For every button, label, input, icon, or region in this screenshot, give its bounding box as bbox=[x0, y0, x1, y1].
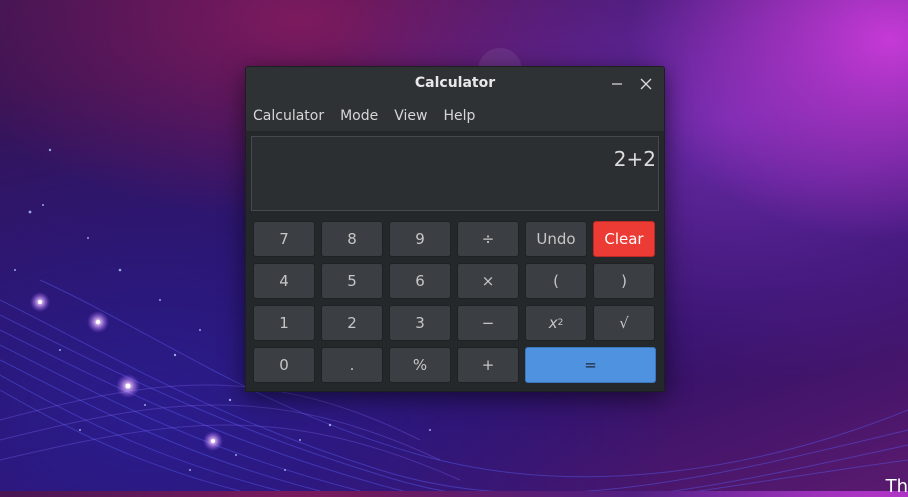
key-add[interactable]: + bbox=[457, 347, 519, 383]
key-sqrt[interactable]: √ bbox=[593, 305, 655, 341]
equals-button[interactable]: = bbox=[525, 347, 656, 383]
key-square[interactable]: x2 bbox=[525, 305, 587, 341]
close-button[interactable] bbox=[637, 75, 655, 93]
key-percent[interactable]: % bbox=[389, 347, 451, 383]
menu-bar: Calculator Mode View Help bbox=[246, 101, 664, 131]
display-area: 2+2 bbox=[246, 131, 664, 220]
key-open-paren[interactable]: ( bbox=[525, 263, 587, 299]
key-multiply[interactable]: × bbox=[457, 263, 519, 299]
minimize-button[interactable] bbox=[608, 75, 626, 93]
key-subtract[interactable]: − bbox=[457, 305, 519, 341]
key-divide[interactable]: ÷ bbox=[457, 221, 519, 257]
key-8[interactable]: 8 bbox=[321, 221, 383, 257]
key-3[interactable]: 3 bbox=[389, 305, 451, 341]
key-6[interactable]: 6 bbox=[389, 263, 451, 299]
menu-calculator[interactable]: Calculator bbox=[252, 108, 332, 124]
key-0[interactable]: 0 bbox=[253, 347, 315, 383]
key-decimal[interactable]: . bbox=[321, 347, 383, 383]
key-close-paren[interactable]: ) bbox=[593, 263, 655, 299]
minimize-icon bbox=[612, 83, 622, 85]
clear-button[interactable]: Clear bbox=[593, 221, 655, 257]
key-2[interactable]: 2 bbox=[321, 305, 383, 341]
key-7[interactable]: 7 bbox=[253, 221, 315, 257]
expression-text: 2+2 bbox=[613, 147, 656, 171]
menu-view[interactable]: View bbox=[393, 108, 435, 124]
desktop-corner-text: Th bbox=[885, 476, 908, 497]
key-1[interactable]: 1 bbox=[253, 305, 315, 341]
window-title: Calculator bbox=[414, 75, 496, 91]
key-9[interactable]: 9 bbox=[389, 221, 451, 257]
keypad: 7 8 9 ÷ Undo Clear 4 5 6 × ( ) 1 2 3 − x… bbox=[246, 220, 664, 391]
key-square-base: x bbox=[548, 314, 558, 332]
title-bar[interactable]: Calculator bbox=[246, 67, 664, 101]
calculator-window: Calculator Calculator Mode View Help 2+2… bbox=[245, 66, 665, 392]
expression-display[interactable]: 2+2 bbox=[251, 136, 659, 211]
menu-help[interactable]: Help bbox=[442, 108, 483, 124]
menu-mode[interactable]: Mode bbox=[339, 108, 386, 124]
key-5[interactable]: 5 bbox=[321, 263, 383, 299]
undo-button[interactable]: Undo bbox=[525, 221, 587, 257]
key-square-exponent: 2 bbox=[557, 318, 564, 328]
close-icon bbox=[640, 78, 652, 90]
key-4[interactable]: 4 bbox=[253, 263, 315, 299]
